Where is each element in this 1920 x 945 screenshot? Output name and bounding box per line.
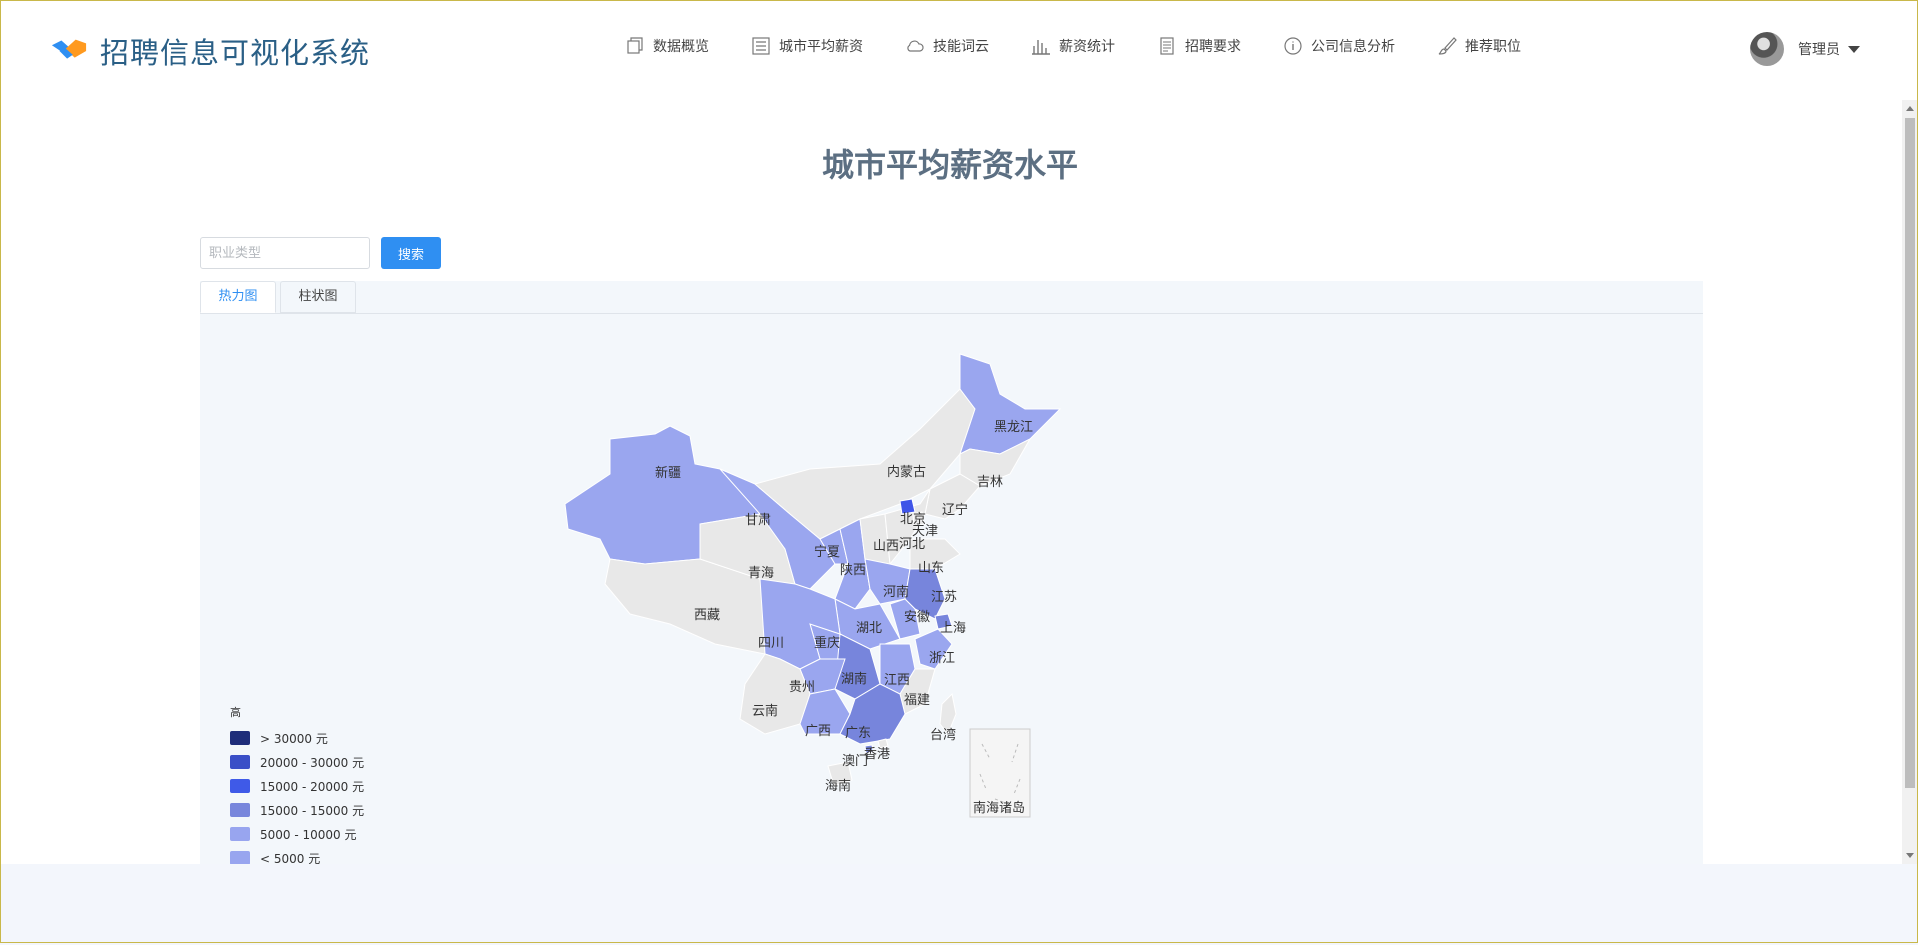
nav-item-overview[interactable]: 数据概览 xyxy=(625,36,709,56)
tab-bar-chart[interactable]: 柱状图 xyxy=(280,281,356,313)
nav-item-label: 城市平均薪资 xyxy=(779,39,863,55)
province-label: 云南 xyxy=(752,703,778,719)
china-salary-heatmap: 新疆 西藏 青海 甘肃 内蒙古 黑龙江 吉林 辽宁 宁夏 陕西 山西 河北 北京 天津 山东 河南 江苏 安徽 上海… xyxy=(200,314,1703,866)
province-label: 宁夏 xyxy=(814,544,840,560)
south-china-sea-inset: 南海诸岛 xyxy=(969,728,1031,818)
avatar xyxy=(1750,32,1784,66)
footer-band xyxy=(0,864,1918,945)
brand[interactable]: 招聘信息可视化系统 xyxy=(50,30,370,72)
handshake-logo-icon xyxy=(51,39,87,59)
province-label: 陕西 xyxy=(840,563,866,578)
nav-item-label: 公司信息分析 xyxy=(1311,39,1395,55)
province-label: 天津 xyxy=(912,524,938,539)
user-name: 管理员 xyxy=(1798,42,1840,58)
province-label: 内蒙古 xyxy=(887,464,926,480)
inset-label: 南海诸岛 xyxy=(973,800,1025,816)
province-label: 河北 xyxy=(899,537,925,552)
bar-chart-icon xyxy=(1032,40,1050,55)
province-label: 浙江 xyxy=(929,651,955,666)
tab-heatmap[interactable]: 热力图 xyxy=(200,281,276,313)
vertical-scrollbar[interactable] xyxy=(1902,100,1918,864)
province-label: 贵州 xyxy=(789,680,815,695)
job-type-search-input[interactable] xyxy=(200,237,370,269)
caret-down-icon xyxy=(1848,45,1860,53)
nav-item-city-salary[interactable]: 城市平均薪资 xyxy=(751,36,863,56)
province-label: 湖南 xyxy=(841,671,867,687)
province-label: 甘肃 xyxy=(745,513,771,528)
province-label: 吉林 xyxy=(977,475,1003,490)
search-button[interactable]: 搜索 xyxy=(381,237,441,269)
province-label: 青海 xyxy=(748,566,774,581)
province-label: 山东 xyxy=(918,561,944,576)
page-title: 城市平均薪资水平 xyxy=(821,146,1078,184)
legend-label: 15000 - 15000 元 xyxy=(260,803,365,818)
province-label: 辽宁 xyxy=(942,502,968,518)
legend-swatch xyxy=(230,755,250,769)
province-label: 四川 xyxy=(758,636,784,651)
province-label: 河南 xyxy=(883,584,909,600)
legend-label: 5000 - 10000 元 xyxy=(260,827,357,842)
legend-swatch xyxy=(230,803,250,817)
province-label: 江西 xyxy=(884,673,910,688)
nav-item-salary-stats[interactable]: 薪资统计 xyxy=(1031,36,1115,56)
nav-item-skill-cloud[interactable]: 技能词云 xyxy=(905,36,989,56)
user-menu[interactable]: 管理员 xyxy=(1750,32,1860,66)
legend-item[interactable]: 15000 - 15000 元 xyxy=(230,798,364,822)
legend-label: > 30000 元 xyxy=(260,731,328,746)
legend-title: 高 xyxy=(230,706,241,719)
china-map: 新疆西藏青海甘肃内蒙古黑龙江吉林辽宁宁夏陕西山西 河北北京天津山东河南 江苏安徽上海… xyxy=(564,353,1062,818)
info-icon xyxy=(1284,37,1302,55)
legend-swatch xyxy=(230,779,250,793)
nav-item-label: 数据概览 xyxy=(653,39,709,55)
nav-item-company-analysis[interactable]: 公司信息分析 xyxy=(1283,36,1395,56)
map-legend: 高 > 30000 元 20000 - 30000 元 15000 - 2000… xyxy=(230,704,364,870)
scrollbar-thumb[interactable] xyxy=(1905,118,1915,788)
province-label: 安徽 xyxy=(904,610,930,625)
legend-item[interactable]: 20000 - 30000 元 xyxy=(230,750,364,774)
province-label: 广东 xyxy=(845,726,871,741)
province-label: 福建 xyxy=(904,693,930,708)
nav-item-recommend[interactable]: 推荐职位 xyxy=(1437,36,1521,56)
nav-item-label: 招聘要求 xyxy=(1185,39,1241,55)
legend-swatch xyxy=(230,827,250,841)
brush-icon xyxy=(1438,37,1457,55)
province-label: 江苏 xyxy=(931,589,957,605)
copy-icon xyxy=(627,37,643,54)
document-icon xyxy=(1160,37,1174,55)
province-label: 山西 xyxy=(873,539,899,554)
province-label: 湖北 xyxy=(856,621,882,636)
chart-tabs: 热力图 柱状图 xyxy=(200,281,1703,314)
province-label: 广西 xyxy=(805,724,831,739)
legend-item[interactable]: 15000 - 20000 元 xyxy=(230,774,364,798)
legend-swatch xyxy=(230,731,250,745)
province-label: 台湾 xyxy=(930,727,956,743)
nav-item-label: 技能词云 xyxy=(933,39,989,55)
province-label: 重庆 xyxy=(814,635,840,651)
legend-label: 20000 - 30000 元 xyxy=(260,755,365,770)
top-navbar: 招聘信息可视化系统 数据概览 城市平均薪资 技能词云 薪资统计 招聘要求 公司信… xyxy=(0,0,1900,100)
scroll-up-arrow-icon[interactable] xyxy=(1906,106,1914,111)
province-label: 澳门 xyxy=(842,753,868,769)
nav-item-label: 推荐职位 xyxy=(1465,39,1521,55)
cloud-icon xyxy=(907,40,924,52)
province-label: 新疆 xyxy=(655,465,681,481)
legend-swatch xyxy=(230,851,250,865)
province-region[interactable] xyxy=(959,353,1062,455)
chart-panel: 热力图 柱状图 新疆 西藏 青海 甘肃 内蒙古 黑龙江 吉林 辽宁 宁夏 陕西 山西 河北 北京 天津 山东… xyxy=(200,281,1703,866)
province-label: 黑龙江 xyxy=(994,420,1033,435)
nav-item-label: 薪资统计 xyxy=(1059,39,1115,55)
app-title: 招聘信息可视化系统 xyxy=(100,36,371,70)
legend-item[interactable]: 5000 - 10000 元 xyxy=(230,822,364,846)
main-nav: 数据概览 城市平均薪资 技能词云 薪资统计 招聘要求 公司信息分析 推荐职位 xyxy=(625,36,1563,56)
province-label: 上海 xyxy=(940,621,966,636)
legend-item[interactable]: > 30000 元 xyxy=(230,726,364,750)
scroll-down-arrow-icon[interactable] xyxy=(1906,853,1914,858)
nav-item-requirements[interactable]: 招聘要求 xyxy=(1157,36,1241,56)
province-label: 海南 xyxy=(825,778,851,794)
legend-label: 15000 - 20000 元 xyxy=(260,779,365,794)
list-icon xyxy=(752,37,770,55)
province-label: 西藏 xyxy=(694,608,720,623)
